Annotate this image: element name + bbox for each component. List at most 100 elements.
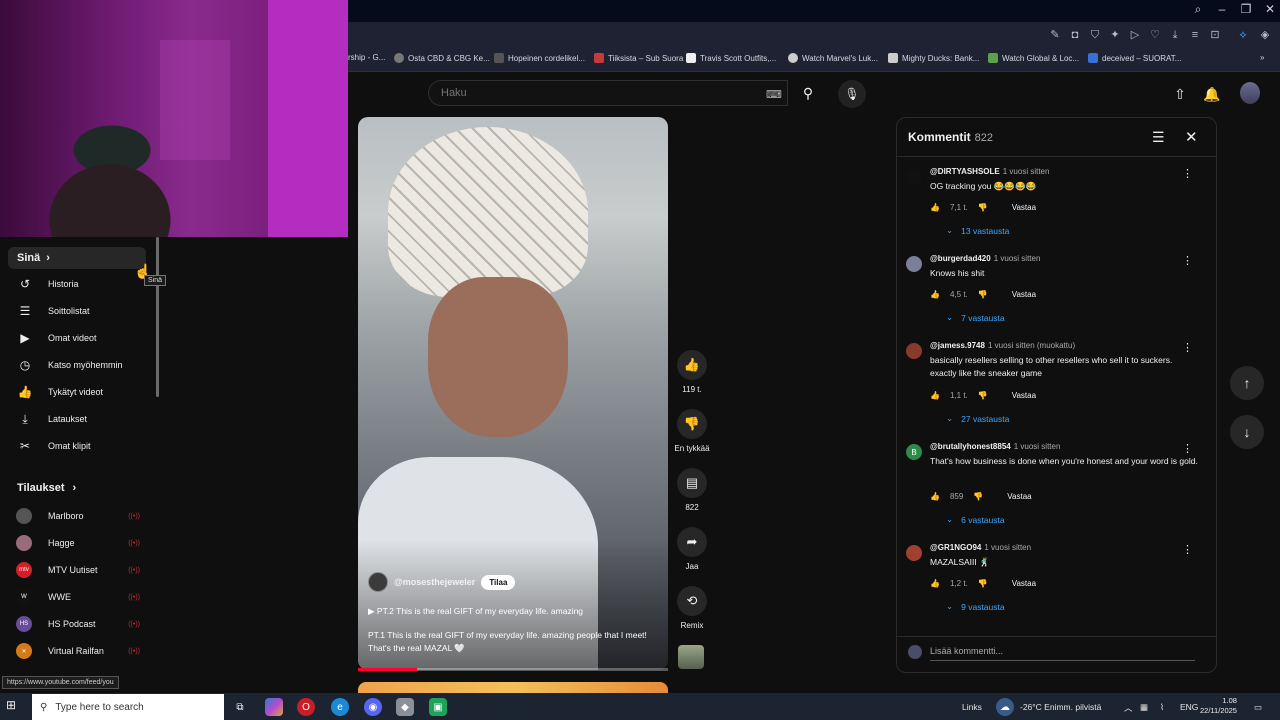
reply-button[interactable]: Vastaa <box>1007 492 1031 501</box>
remix-action[interactable]: ⟲ Remix <box>666 586 718 630</box>
view-replies[interactable]: ⌄ 27 vastausta <box>946 413 1009 424</box>
view-replies[interactable]: ⌄ 6 vastausta <box>946 514 1005 525</box>
weather-icon[interactable]: ☁ <box>996 698 1014 716</box>
bookmark[interactable]: Watch Marvel's Luk... <box>788 53 878 63</box>
commenter-avatar[interactable] <box>906 169 922 185</box>
network-icon[interactable]: ⌇ <box>1160 702 1164 713</box>
more-options-icon[interactable]: ⋮ <box>1182 442 1193 455</box>
view-replies[interactable]: ⌄ 9 vastausta <box>946 601 1005 612</box>
sort-icon[interactable]: ☰ <box>1152 129 1165 146</box>
thumbs-down-icon[interactable]: 👎 <box>978 203 988 212</box>
comment-icon[interactable]: ▤ <box>677 468 707 498</box>
view-replies[interactable]: ⌄ 13 vastausta <box>946 225 1009 236</box>
bookmark[interactable]: Mighty Ducks: Bank... <box>888 53 979 63</box>
copilot-icon[interactable] <box>265 698 283 716</box>
tray-app-icon[interactable]: ▦ <box>1140 702 1148 713</box>
close-window-icon[interactable]: ✕ <box>1258 0 1280 18</box>
sound-thumbnail[interactable] <box>678 645 704 669</box>
opera-gx-icon[interactable]: O <box>297 698 315 716</box>
discord-icon[interactable]: ◉ <box>364 698 382 716</box>
aria-icon[interactable]: ⟡ <box>1236 28 1250 42</box>
sidebar-item-playlists[interactable]: ☰ Soittolistat <box>16 301 90 321</box>
commenter-avatar[interactable]: B <box>906 444 922 460</box>
commenter-avatar[interactable] <box>906 545 922 561</box>
subscribe-button[interactable]: Tilaa <box>481 574 516 590</box>
clock[interactable]: 1.08 22/11/2025 <box>1200 696 1237 716</box>
add-comment-input[interactable]: Lisää kommentti... <box>930 646 1195 661</box>
subscriptions-header[interactable]: Tilaukset › <box>17 482 76 494</box>
bookmark[interactable]: Hopeinen cordelikel... <box>494 53 585 63</box>
bookmark[interactable]: Travis Scott Outfits,... <box>686 53 776 63</box>
extension-icon[interactable]: ✦ <box>1108 28 1122 42</box>
search-icon[interactable]: ⚲ <box>790 80 826 106</box>
notifications-bell-icon[interactable]: 🔔 <box>1202 84 1222 104</box>
thumbs-down-icon[interactable]: 👎 <box>978 579 988 588</box>
video-progress-bar[interactable] <box>358 668 668 671</box>
heart-icon[interactable]: ♡ <box>1148 28 1162 42</box>
channel-name[interactable]: @mosesthejeweler <box>394 577 475 587</box>
thumbs-up-icon[interactable]: 👍 <box>930 391 940 400</box>
sidebar-item-clips[interactable]: ✂ Omat klipit <box>16 436 91 456</box>
bookmark[interactable]: Watch Global & Loc... <box>988 53 1079 63</box>
more-options-icon[interactable]: ⋮ <box>1182 167 1193 180</box>
thumbs-down-icon[interactable]: 👎 <box>978 391 988 400</box>
app-icon[interactable]: ◆ <box>396 698 414 716</box>
view-replies[interactable]: ⌄ 7 vastausta <box>946 312 1005 323</box>
thumbs-down-icon[interactable]: 👎 <box>677 409 707 439</box>
more-options-icon[interactable]: ⋮ <box>1182 543 1193 556</box>
subscription-hs-podcast[interactable]: HS HS Podcast ((•)) <box>16 614 140 634</box>
reply-button[interactable]: Vastaa <box>1012 203 1036 212</box>
reply-button[interactable]: Vastaa <box>1012 391 1036 400</box>
language-indicator[interactable]: ENG <box>1180 702 1198 712</box>
thumbs-down-icon[interactable]: 👎 <box>978 290 988 299</box>
channel-avatar[interactable] <box>368 572 388 592</box>
like-action[interactable]: 👍 119 t. <box>666 350 718 394</box>
thumbs-up-icon[interactable]: 👍 <box>930 492 940 501</box>
play-icon[interactable]: ▷ <box>1128 28 1142 42</box>
bookmark[interactable]: deceived – SUORAT... <box>1088 53 1181 63</box>
account-avatar[interactable] <box>1240 82 1260 104</box>
sidebar-you-header[interactable]: Sinä › <box>8 247 146 269</box>
menu-icon[interactable]: ≡ <box>1188 28 1202 42</box>
dislike-action[interactable]: 👎 En tykkää <box>666 409 718 453</box>
lock-icon[interactable]: ⊡ <box>1208 28 1222 42</box>
task-view-icon[interactable]: ⧉ <box>231 698 249 716</box>
subscription-mtv-uutiset[interactable]: mtv MTV Uutiset ((•)) <box>16 560 140 580</box>
subscription-wwe[interactable]: W WWE ((•)) <box>16 587 140 607</box>
download-icon[interactable]: ⤓ <box>1168 28 1182 42</box>
search-box[interactable] <box>428 80 788 106</box>
minimize-icon[interactable]: – <box>1210 0 1234 18</box>
thumbs-up-icon[interactable]: 👍 <box>930 579 940 588</box>
commenter-avatar[interactable] <box>906 256 922 272</box>
subscription-marlboro[interactable]: Marlboro ((•)) <box>16 506 140 526</box>
thumbs-up-icon[interactable]: 👍 <box>677 350 707 380</box>
comments-scrollbar[interactable] <box>1209 158 1214 628</box>
weather-text[interactable]: -26°C Enimm. pilvistä <box>1020 702 1101 712</box>
bookmarks-overflow-icon[interactable]: » <box>1260 53 1264 62</box>
sidebar-item-liked-videos[interactable]: 👍 Tykätyt videot <box>16 382 104 402</box>
taskbar-search[interactable]: ⚲ Type here to search <box>32 694 224 720</box>
game-icon[interactable]: ▣ <box>429 698 447 716</box>
browser-search-icon[interactable]: ⌕ <box>1186 0 1210 18</box>
bookmark[interactable]: Osta CBD & CBG Ke... <box>394 53 490 63</box>
keyboard-icon[interactable]: ⌨ <box>766 88 782 101</box>
subscription-hagge[interactable]: Hagge ((•)) <box>16 533 140 553</box>
commenter-avatar[interactable] <box>906 343 922 359</box>
tray-chevron-icon[interactable]: ︿ <box>1124 702 1133 714</box>
comments-action[interactable]: ▤ 822 <box>666 468 718 512</box>
more-options-icon[interactable]: ⋮ <box>1182 341 1193 354</box>
sidebar-item-history[interactable]: ↺ Historia <box>16 274 79 294</box>
more-options-icon[interactable]: ⋮ <box>1182 254 1193 267</box>
upload-icon[interactable]: ⇧ <box>1170 84 1190 104</box>
playlist-link[interactable]: ▶ PT.2 This is the real GIFT of my every… <box>368 605 654 618</box>
subscription-virtual-railfan[interactable]: ✕ Virtual Railfan ((•)) <box>16 641 140 661</box>
restore-icon[interactable]: ❐ <box>1234 0 1258 18</box>
bookmark[interactable]: rship - G... <box>348 53 385 62</box>
thumbs-down-icon[interactable]: 👎 <box>973 492 983 501</box>
windows-start-icon[interactable]: ⊞ <box>6 698 24 716</box>
sidebar-item-my-videos[interactable]: ▶ Omat videot <box>16 328 96 348</box>
microphone-icon[interactable]: 🎙 <box>838 80 866 108</box>
reply-button[interactable]: Vastaa <box>1012 579 1036 588</box>
bookmark[interactable]: Tiiksista – Sub Suora <box>594 53 683 63</box>
sidebar-scrollbar[interactable] <box>156 237 159 397</box>
